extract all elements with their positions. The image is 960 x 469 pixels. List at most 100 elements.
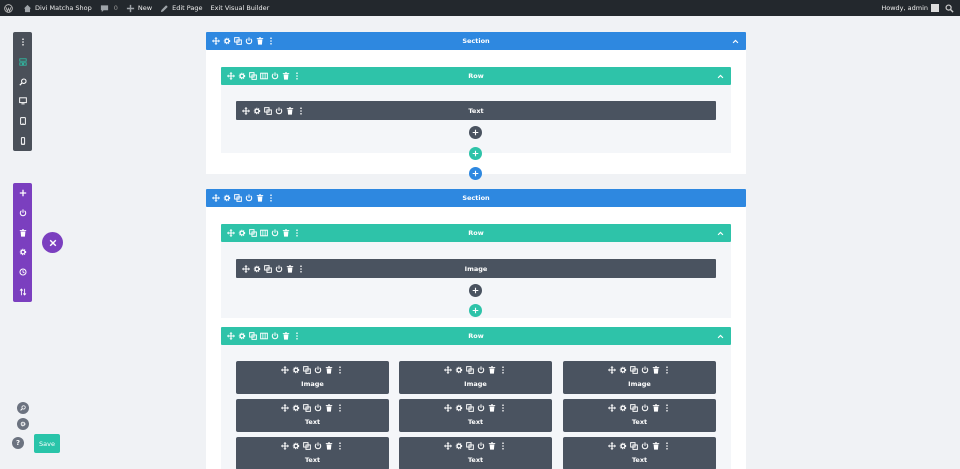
row-2-bar[interactable]: Row: [221, 224, 731, 242]
trash-icon[interactable]: [286, 107, 294, 115]
power-icon[interactable]: [641, 442, 649, 450]
gear-icon[interactable]: [238, 72, 246, 80]
more-icon[interactable]: [297, 107, 305, 115]
columns-icon[interactable]: [260, 72, 268, 80]
move-icon[interactable]: [227, 229, 235, 237]
gear-icon[interactable]: [455, 404, 463, 412]
site-name-link[interactable]: Divi Matcha Shop: [19, 0, 96, 16]
add-row-button[interactable]: [469, 147, 482, 160]
gear-icon[interactable]: [292, 442, 300, 450]
power-icon[interactable]: [271, 332, 279, 340]
trash-icon[interactable]: [256, 37, 264, 45]
more-icon[interactable]: [336, 404, 344, 412]
trash-icon[interactable]: [325, 404, 333, 412]
gear-icon[interactable]: [253, 265, 261, 273]
power-icon[interactable]: [271, 72, 279, 80]
wordpress-logo-icon[interactable]: [1, 0, 19, 16]
collapse-button[interactable]: [717, 67, 724, 85]
clear-layout-button[interactable]: [13, 223, 32, 243]
move-icon[interactable]: [281, 366, 289, 374]
module-card[interactable]: Image: [399, 361, 552, 394]
trash-icon[interactable]: [488, 442, 496, 450]
gear-icon[interactable]: [292, 366, 300, 374]
gear-icon[interactable]: [223, 194, 231, 202]
more-icon[interactable]: [293, 72, 301, 80]
move-icon[interactable]: [608, 366, 616, 374]
module-card[interactable]: Image: [236, 361, 389, 394]
add-layout-button[interactable]: [13, 183, 32, 203]
power-icon[interactable]: [245, 37, 253, 45]
row-1-bar[interactable]: Row: [221, 67, 731, 85]
new-content-link[interactable]: New: [122, 0, 156, 16]
collapse-button[interactable]: [717, 224, 724, 242]
module-card[interactable]: Text: [399, 437, 552, 469]
more-icon[interactable]: [499, 442, 507, 450]
avatar[interactable]: [931, 4, 939, 12]
image-module-bar[interactable]: Image: [236, 259, 716, 278]
move-icon[interactable]: [444, 366, 452, 374]
trash-icon[interactable]: [325, 366, 333, 374]
find-button[interactable]: [17, 402, 29, 414]
module-card[interactable]: Text: [563, 437, 716, 469]
duplicate-icon[interactable]: [466, 442, 474, 450]
duplicate-icon[interactable]: [630, 404, 638, 412]
add-row-button[interactable]: [469, 304, 482, 317]
power-icon[interactable]: [314, 442, 322, 450]
add-module-button[interactable]: [469, 284, 482, 297]
section-2-bar[interactable]: Section: [206, 189, 746, 207]
add-module-button[interactable]: [469, 126, 482, 139]
duplicate-icon[interactable]: [234, 194, 242, 202]
more-icon[interactable]: [267, 37, 275, 45]
module-card[interactable]: Image: [563, 361, 716, 394]
power-icon[interactable]: [314, 404, 322, 412]
power-icon[interactable]: [477, 404, 485, 412]
more-icon[interactable]: [663, 442, 671, 450]
power-icon[interactable]: [245, 194, 253, 202]
more-icon[interactable]: [499, 404, 507, 412]
exit-visual-builder-link[interactable]: Exit Visual Builder: [206, 0, 273, 16]
module-card[interactable]: Text: [236, 437, 389, 469]
trash-icon[interactable]: [488, 366, 496, 374]
move-icon[interactable]: [444, 404, 452, 412]
help-button[interactable]: ?: [12, 437, 24, 449]
trash-icon[interactable]: [652, 404, 660, 412]
duplicate-icon[interactable]: [264, 107, 272, 115]
move-icon[interactable]: [242, 265, 250, 273]
gear-icon[interactable]: [253, 107, 261, 115]
power-icon[interactable]: [275, 107, 283, 115]
move-icon[interactable]: [281, 404, 289, 412]
power-icon[interactable]: [314, 366, 322, 374]
edit-page-link[interactable]: Edit Page: [156, 0, 206, 16]
duplicate-icon[interactable]: [630, 442, 638, 450]
more-icon[interactable]: [336, 442, 344, 450]
page-settings-button[interactable]: [13, 242, 32, 262]
move-icon[interactable]: [281, 442, 289, 450]
gear-icon[interactable]: [619, 366, 627, 374]
power-icon[interactable]: [275, 265, 283, 273]
duplicate-icon[interactable]: [249, 332, 257, 340]
more-icon[interactable]: [293, 332, 301, 340]
power-icon[interactable]: [641, 404, 649, 412]
trash-icon[interactable]: [282, 229, 290, 237]
collapse-button[interactable]: [732, 32, 739, 50]
sort-button[interactable]: [13, 282, 32, 302]
gear-icon[interactable]: [619, 404, 627, 412]
wireframe-view-button[interactable]: [13, 52, 32, 72]
comments-link[interactable]: 0: [96, 0, 122, 16]
more-icon[interactable]: [267, 194, 275, 202]
tablet-view-button[interactable]: [13, 111, 32, 131]
row-3-bar[interactable]: Row: [221, 327, 731, 345]
trash-icon[interactable]: [256, 194, 264, 202]
trash-icon[interactable]: [652, 366, 660, 374]
power-icon[interactable]: [271, 229, 279, 237]
more-options-button[interactable]: [13, 32, 32, 52]
gear-icon[interactable]: [292, 404, 300, 412]
trash-icon[interactable]: [488, 404, 496, 412]
desktop-view-button[interactable]: [13, 91, 32, 111]
history-button[interactable]: [13, 262, 32, 282]
columns-icon[interactable]: [260, 332, 268, 340]
add-section-button[interactable]: [469, 167, 482, 180]
close-settings-button[interactable]: [42, 232, 63, 253]
move-icon[interactable]: [242, 107, 250, 115]
text-module-bar[interactable]: Text: [236, 101, 716, 120]
